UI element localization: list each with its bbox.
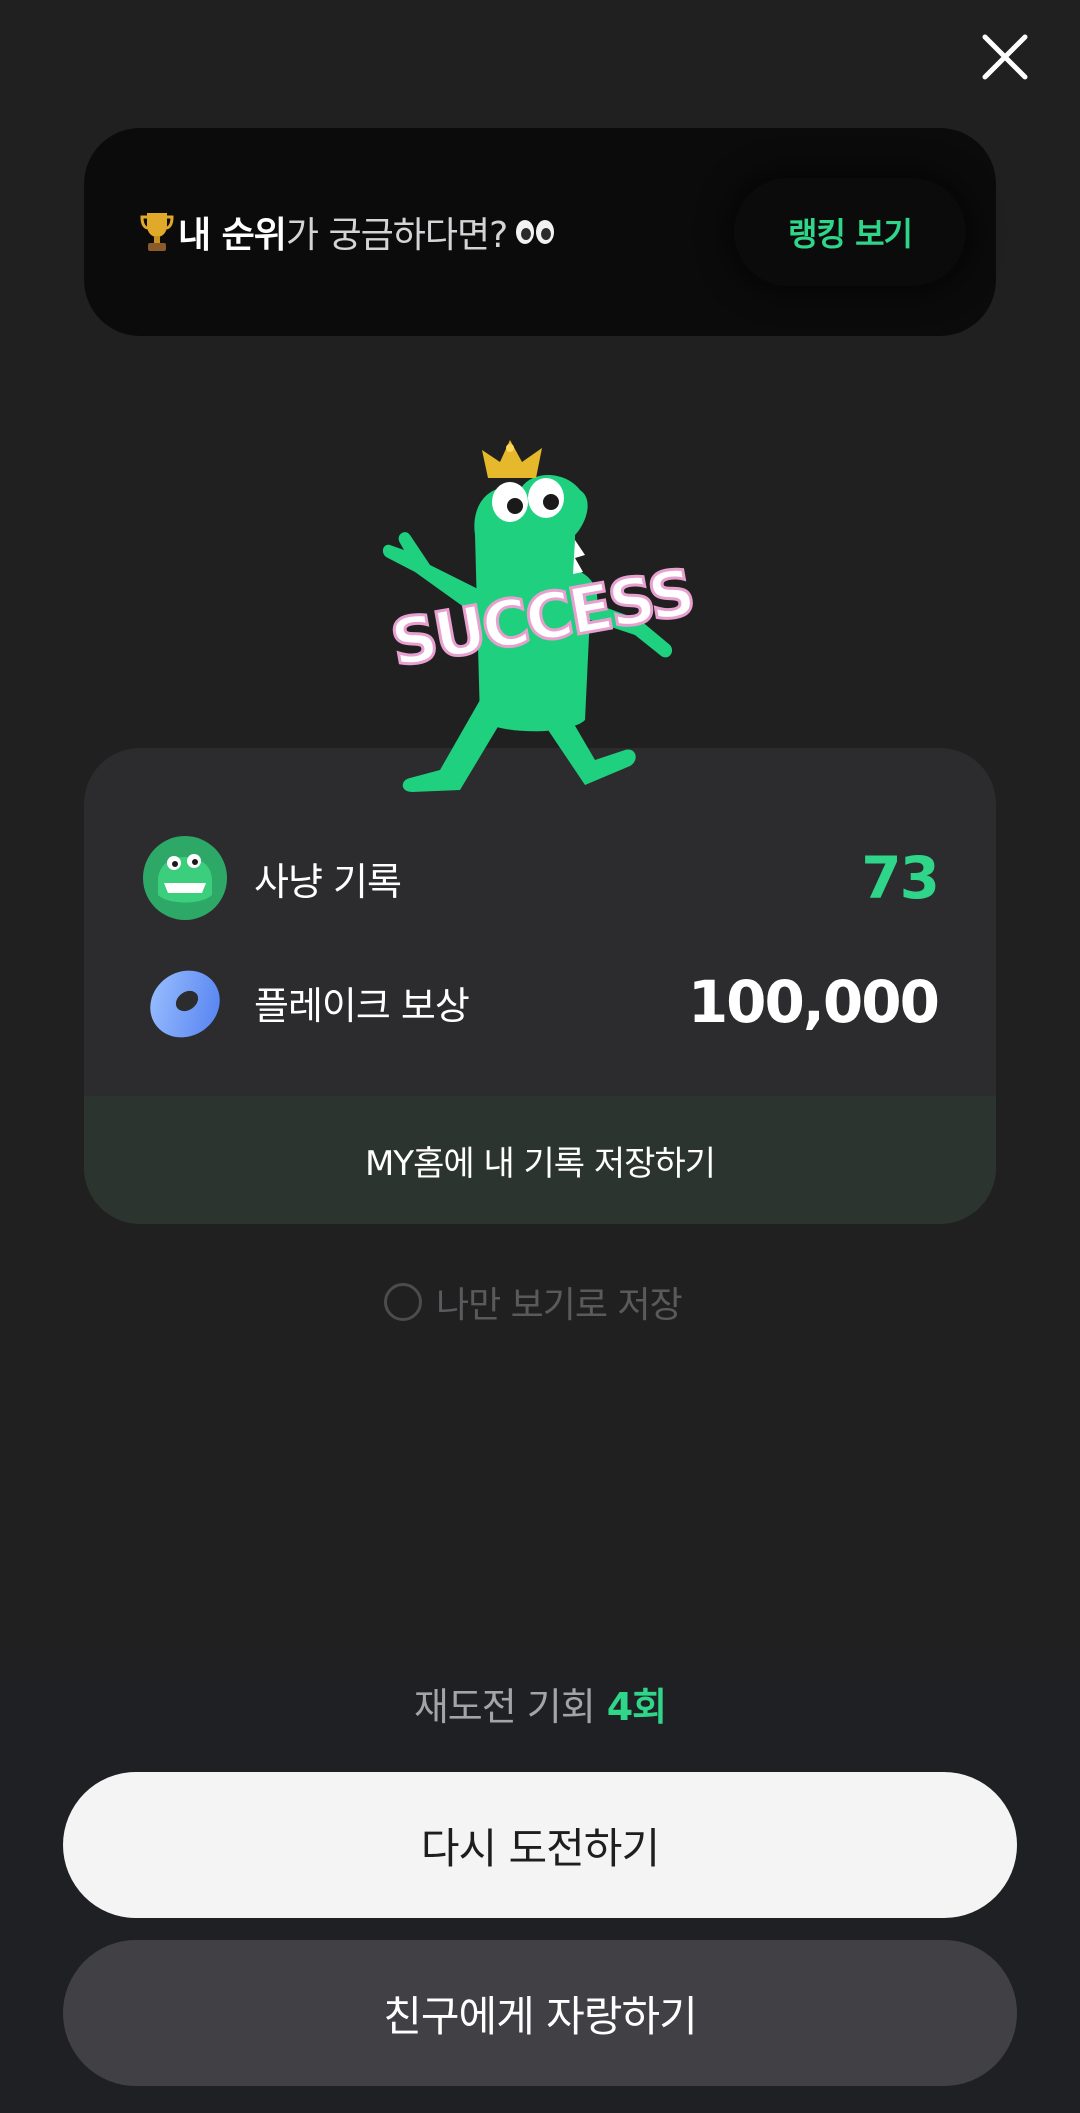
flake-reward-row: 플레이크 보상 100,000 [142,954,940,1050]
ranking-banner: 내 순위 가 궁금하다면? 랭킹 보기 [84,128,996,336]
retry-button[interactable]: 다시 도전하기 [63,1772,1017,1918]
retry-chances-count: 4회 [606,1685,667,1729]
flake-reward-value: 100,000 [687,968,940,1036]
hunt-record-value: 73 [861,844,940,912]
save-record-button[interactable]: MY홈에 내 기록 저장하기 [84,1096,996,1224]
private-save-label: 나만 보기로 저장 [436,1285,683,1326]
retry-chances: 재도전 기회 4회 [0,1676,1080,1731]
hunt-record-label: 사냥 기록 [254,859,402,904]
retry-chances-label: 재도전 기회 [413,1685,596,1729]
donut-icon [142,959,228,1045]
share-with-friends-button[interactable]: 친구에게 자랑하기 [63,1940,1017,2086]
trophy-icon [140,211,174,253]
flake-reward-label: 플레이크 보상 [254,983,470,1028]
view-ranking-button[interactable]: 랭킹 보기 [734,178,966,286]
eyes-icon [515,219,555,245]
private-save-option[interactable]: 나만 보기로 저장 [384,1276,683,1328]
ranking-prompt-rest: 가 궁금하다면? [285,215,508,256]
ranking-prompt-bold: 내 순위 [178,215,287,256]
close-icon [982,34,1028,80]
hunt-record-row: 사냥 기록 73 [142,830,940,926]
result-card: 사냥 기록 73 플레이크 보상 100,000 MY홈에 내 기록 저장하기 [84,748,996,1224]
ranking-prompt: 내 순위 가 궁금하다면? [140,128,559,336]
private-save-radio[interactable] [384,1283,422,1321]
dino-avatar-icon [142,835,228,921]
success-mascot: SUCCESS [370,440,715,800]
close-button[interactable] [970,22,1040,92]
